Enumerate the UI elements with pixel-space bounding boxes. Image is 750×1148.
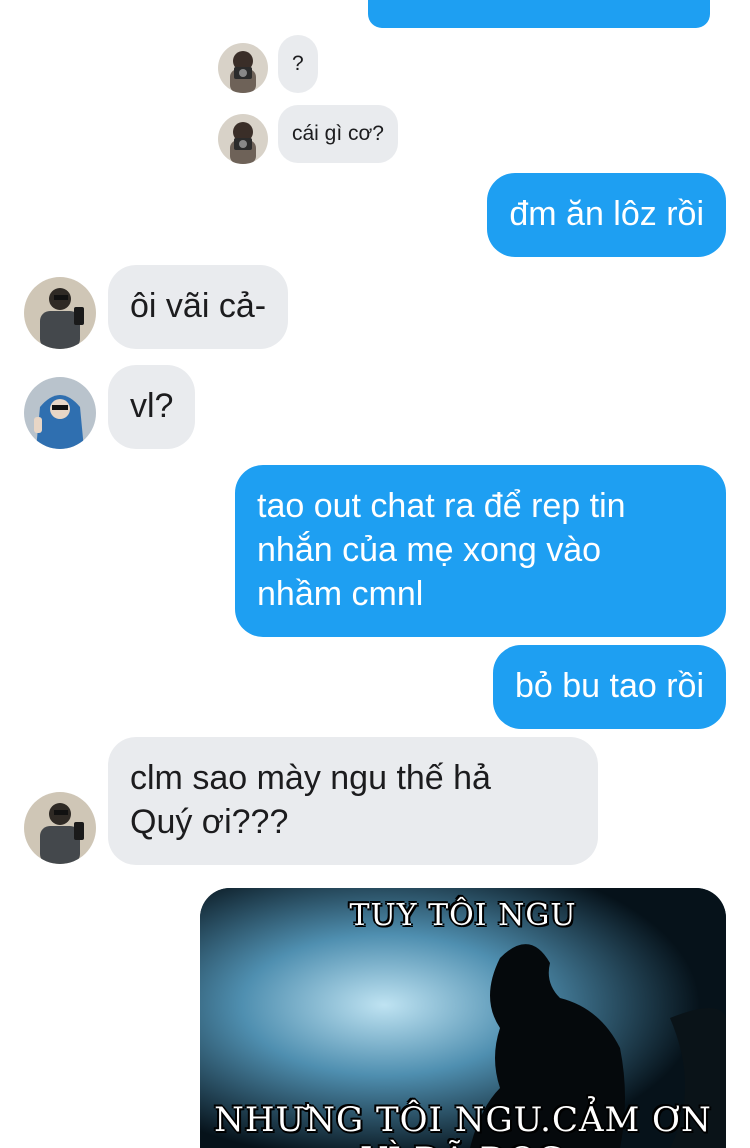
avatar-blue-hoodie-user[interactable] [24,377,96,449]
avatar-camera-user[interactable] [218,43,268,93]
message-bubble[interactable]: tao out chat ra để rep tin nhắn của mẹ x… [235,465,726,637]
message-line: Quý ơi??? [130,803,289,841]
avatar-selfie-user[interactable] [24,792,96,864]
meme-image[interactable]: TUY TÔI NGU NHƯNG TÔI NGU.CẢM ƠN VÌ ĐÃ Đ… [200,888,726,1148]
message-bubble[interactable]: ? [278,35,318,93]
previous-outgoing-bubble[interactable] [368,0,710,28]
message-text: bỏ bu tao rồi [514,667,704,705]
meme-top-caption: TUY TÔI NGU [349,898,577,933]
message-line: nhắn của mẹ xong vào [257,531,602,569]
message-bubble[interactable]: đm ăn lôz rồi [487,173,726,257]
message-text: ? [292,52,304,75]
message-bubble[interactable]: bỏ bu tao rồi [492,645,726,729]
meme-bottom-caption: NHƯNG TÔI NGU.CẢM ƠN VÌ ĐÃ ĐỌC [214,1100,712,1148]
message-bubble[interactable]: cái gì cơ? [278,105,398,163]
message-text: vl? [130,387,174,425]
message-text: cái gì cơ? [292,122,384,145]
message-line: clm sao mày ngu thế hả [130,759,491,797]
message-bubble[interactable]: vl? [108,365,196,449]
message-bubble[interactable]: clm sao mày ngu thế hả Quý ơi??? [108,737,598,865]
message-line: tao out chat ra để rep tin [257,487,626,525]
message-line: nhầm cmnl [257,575,424,613]
avatar-camera-user[interactable] [218,114,268,164]
message-text: ôi vãi cả- [130,287,267,325]
message-text: đm ăn lôz rồi [509,195,704,233]
message-bubble[interactable]: ôi vãi cả- [108,265,289,349]
avatar-selfie-user[interactable] [24,277,96,349]
